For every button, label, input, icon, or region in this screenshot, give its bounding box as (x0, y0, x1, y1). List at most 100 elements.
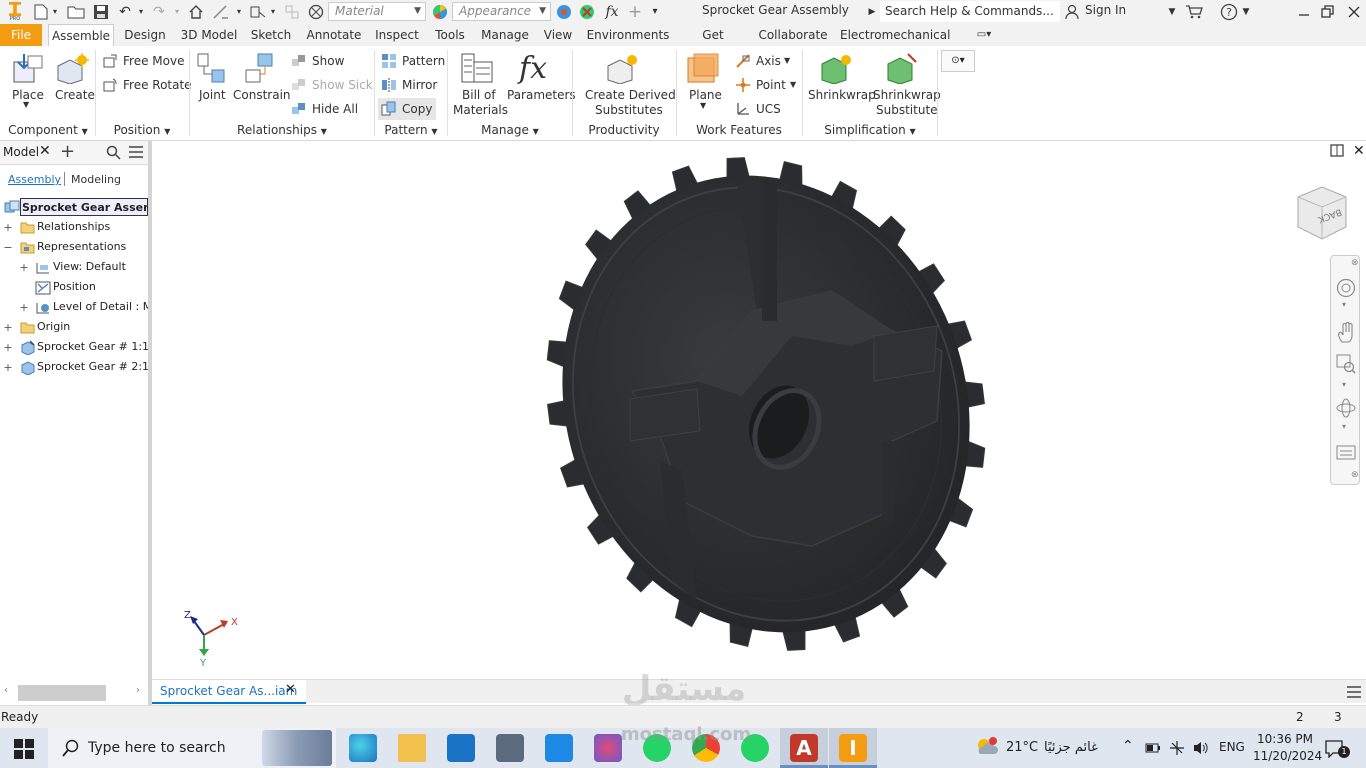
group-relationships-label[interactable]: Relationships ▼ (192, 123, 372, 137)
group-manage-label[interactable]: Manage ▼ (450, 123, 570, 137)
expand-icon[interactable]: + (3, 341, 13, 354)
browser-horizontal-scrollbar[interactable] (18, 685, 106, 701)
sign-in-link[interactable]: Sign In (1085, 3, 1126, 17)
create-derived-icon[interactable] (606, 52, 640, 87)
group-work-features-label[interactable]: Work Features (678, 123, 800, 137)
tab-inspect[interactable]: Inspect (372, 24, 422, 46)
group-productivity-label[interactable]: Productivity (574, 123, 674, 137)
pan-hand-icon[interactable] (1336, 321, 1356, 347)
battery-icon[interactable] (1145, 742, 1161, 757)
document-list-icon[interactable] (1346, 684, 1362, 703)
joint-button[interactable]: Joint (199, 88, 226, 102)
hide-all-button[interactable]: Hide All (312, 102, 358, 116)
steering-wheel-icon[interactable] (1336, 278, 1356, 301)
constrain-icon[interactable] (244, 52, 276, 87)
expand-icon[interactable]: + (19, 261, 29, 274)
plus-icon[interactable]: + (626, 2, 644, 22)
group-component-label[interactable]: Component ▼ (4, 123, 92, 137)
create-derived-label-1[interactable]: Create Derived (585, 88, 676, 102)
inventor-taskbar-icon[interactable]: I (839, 734, 867, 762)
bill-of-materials-icon[interactable] (460, 52, 494, 87)
new-dropdown-icon[interactable]: ▾ (50, 3, 60, 20)
show-button[interactable]: Show (312, 54, 344, 68)
orbit-icon[interactable] (1336, 398, 1356, 421)
maximize-view-icon[interactable] (1330, 144, 1344, 161)
tab-assembly[interactable]: Assembly (8, 173, 61, 186)
show-icon[interactable] (291, 54, 307, 71)
free-move-icon[interactable] (102, 53, 118, 72)
home-icon[interactable] (186, 3, 206, 20)
select-dropdown-icon[interactable]: ▾ (268, 3, 278, 20)
plane-dropdown-icon[interactable]: ▼ (700, 101, 706, 110)
copy-button[interactable]: Copy (402, 102, 432, 116)
autocad-icon[interactable]: A (790, 734, 818, 762)
tab-view[interactable]: View (540, 24, 576, 46)
constrain-button[interactable]: Constrain (233, 88, 291, 102)
tree-item-sprocket-gear-2[interactable]: Sprocket Gear # 2:1 (37, 358, 149, 376)
joint-icon[interactable] (196, 52, 228, 87)
customize-qat-icon[interactable]: ▾ (648, 3, 662, 20)
expand-icon[interactable]: + (3, 361, 13, 374)
ucs-icon[interactable] (735, 101, 751, 120)
file-explorer-icon[interactable] (398, 734, 426, 762)
save-icon[interactable] (92, 3, 110, 20)
tab-assemble[interactable]: Assemble (48, 24, 114, 46)
collapse-icon[interactable]: − (3, 241, 13, 254)
browser-close-icon[interactable]: ✕ (39, 143, 51, 159)
redo-icon[interactable]: ↷ (150, 3, 168, 20)
document-tab[interactable]: Sprocket Gear As...iam ✕ (152, 680, 306, 704)
expand-icon[interactable]: + (19, 301, 29, 314)
point-dropdown-icon[interactable]: ▼ (790, 80, 796, 89)
parameters-icon[interactable]: fx (519, 51, 547, 86)
group-pattern-label[interactable]: Pattern ▼ (376, 123, 446, 137)
appearance-icon[interactable] (431, 3, 449, 20)
hide-all-icon[interactable] (291, 102, 307, 119)
close-view-icon[interactable]: ✕ (1353, 143, 1365, 159)
close-icon[interactable] (1344, 3, 1364, 20)
new-icon[interactable] (32, 3, 50, 20)
create-derived-label-2[interactable]: Substitutes (595, 103, 663, 117)
store-icon[interactable] (447, 734, 475, 762)
show-sick-icon[interactable] (291, 78, 307, 95)
pattern-icon[interactable] (381, 53, 397, 72)
scroll-right-icon[interactable]: › (136, 685, 140, 696)
axis-dropdown-icon[interactable]: ▼ (784, 56, 790, 65)
point-icon[interactable] (735, 77, 751, 96)
input-language[interactable]: ENG (1219, 740, 1245, 754)
zoom-window-icon[interactable] (1336, 354, 1356, 377)
volume-icon[interactable] (1192, 740, 1210, 759)
calculator-icon[interactable] (496, 734, 524, 762)
restore-icon[interactable] (1318, 3, 1338, 20)
tree-item-view-default[interactable]: View: Default (53, 258, 126, 276)
tab-tools[interactable]: Tools (430, 24, 470, 46)
user-icon[interactable] (1063, 3, 1081, 20)
mirror-button[interactable]: Mirror (402, 78, 437, 92)
viewcube[interactable]: BACK (1292, 183, 1352, 246)
help-icon[interactable]: ? (1218, 3, 1240, 20)
expand-icon[interactable]: + (3, 221, 13, 234)
tree-item-sprocket-gear-1[interactable]: Sprocket Gear # 1:1 (37, 338, 149, 356)
tab-electromechanical[interactable]: Electromechanical (840, 24, 950, 46)
clear-appearance-icon[interactable] (578, 3, 596, 20)
sketch-dropdown-icon[interactable]: ▾ (234, 3, 244, 20)
tree-item-origin[interactable]: Origin (37, 318, 70, 336)
network-icon[interactable] (1169, 740, 1185, 759)
minimize-icon[interactable] (1294, 3, 1314, 20)
scroll-left-icon[interactable]: ‹ (4, 685, 8, 696)
clock-date[interactable]: 11/20/2024 (1253, 749, 1322, 763)
redo-dropdown-icon[interactable]: ▾ (172, 3, 182, 20)
group-position-label[interactable]: Position ▼ (98, 123, 186, 137)
tab-collaborate[interactable]: Collaborate (756, 24, 830, 46)
undo-icon[interactable]: ↶ (116, 3, 134, 20)
tab-file[interactable]: File (0, 24, 42, 46)
free-rotate-button[interactable]: Free Rotate (123, 78, 192, 92)
tab-design[interactable]: Design (120, 24, 170, 46)
document-tab-close-icon[interactable]: ✕ (285, 682, 296, 697)
tab-modeling[interactable]: Modeling (71, 173, 121, 186)
tree-item-relationships[interactable]: Relationships (37, 218, 110, 236)
shrinkwrap-icon[interactable] (820, 52, 854, 87)
search-help-input[interactable]: Search Help & Commands... (880, 1, 1060, 22)
copy-icon[interactable] (381, 101, 397, 120)
shrinkwrap-button[interactable]: Shrinkwrap (808, 88, 876, 102)
adjust-appearance-icon[interactable] (555, 3, 573, 20)
